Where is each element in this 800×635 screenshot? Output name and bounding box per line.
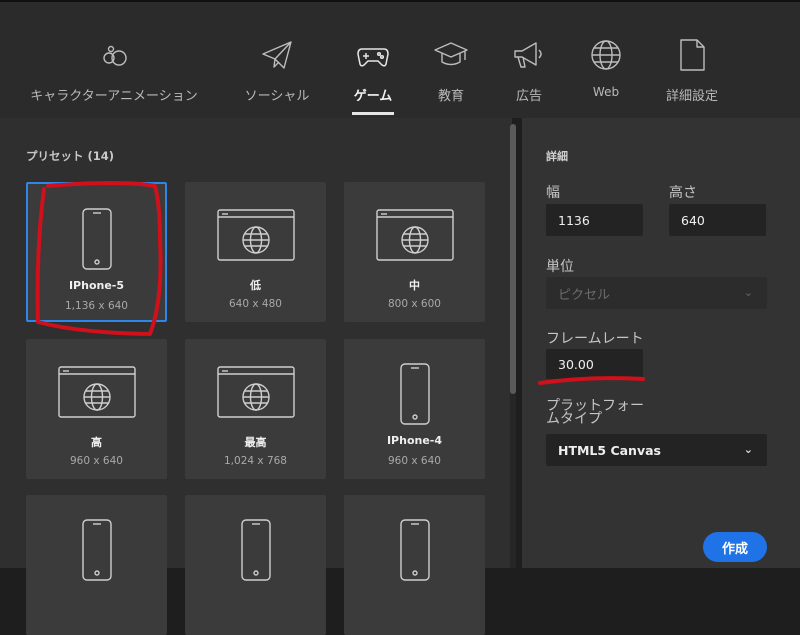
gamepad-icon <box>356 38 390 72</box>
unit-select[interactable]: ピクセル ⌄ <box>546 277 767 309</box>
tab-game[interactable]: ゲーム <box>352 2 394 120</box>
platform-type-select[interactable]: HTML5 Canvas ⌄ <box>546 434 767 466</box>
preset-name: IPhone-4 <box>386 434 443 447</box>
chevron-down-icon: ⌄ <box>743 285 753 299</box>
width-field[interactable]: 1136 <box>546 204 643 236</box>
preset-size: 1,024 x 768 <box>224 455 287 467</box>
framerate-label: フレームレート <box>546 331 644 347</box>
presets-scrollbar[interactable] <box>510 124 516 568</box>
preset-card-medium[interactable]: 中 800 x 600 <box>344 182 485 322</box>
phone-icon <box>28 208 165 270</box>
preset-name: 高 <box>91 436 102 449</box>
graduation-cap-icon <box>434 38 468 72</box>
height-field[interactable]: 640 <box>669 204 766 236</box>
paper-plane-icon <box>260 38 294 72</box>
preset-size: 960 x 640 <box>70 455 123 467</box>
browser-globe-icon <box>185 363 326 425</box>
preset-name: IPhone-5 <box>68 279 125 292</box>
tab-label: キャラクターアニメーション <box>30 89 198 104</box>
preset-card[interactable] <box>185 495 326 635</box>
tab-social[interactable]: ソーシャル <box>240 2 314 120</box>
phone-icon <box>26 519 167 581</box>
preset-size: 800 x 600 <box>388 298 441 310</box>
presets-title: プリセット (14) <box>26 149 115 163</box>
height-label: 高さ <box>669 185 697 201</box>
preset-card[interactable] <box>26 495 167 635</box>
width-label: 幅 <box>546 185 560 201</box>
platform-type-label: プラットフォー ムタイプ <box>546 399 644 427</box>
preset-name: 中 <box>409 279 420 292</box>
preset-name: 低 <box>250 279 261 292</box>
presets-panel: プリセット (14) IPhone-5 1,136 x 640 低 640 x … <box>0 118 512 635</box>
phone-icon <box>185 519 326 581</box>
preset-card-iphone-5[interactable]: IPhone-5 1,136 x 640 <box>26 182 167 322</box>
active-tab-indicator <box>352 112 394 115</box>
globe-icon <box>589 38 623 72</box>
tab-label: Web <box>592 85 620 99</box>
tab-label: 教育 <box>437 89 465 104</box>
preset-size: 960 x 640 <box>388 455 441 467</box>
framerate-field[interactable]: 30.00 <box>546 349 643 379</box>
platform-label-line2: ムタイプ <box>546 411 602 427</box>
preset-size: 1,136 x 640 <box>65 300 128 312</box>
tab-education[interactable]: 教育 <box>434 2 468 120</box>
create-button[interactable]: 作成 <box>703 532 767 562</box>
preset-card[interactable] <box>344 495 485 635</box>
details-title: 詳細 <box>546 150 568 163</box>
preset-card-highest[interactable]: 最高 1,024 x 768 <box>185 339 326 479</box>
megaphone-icon <box>512 38 546 72</box>
platform-value: HTML5 Canvas <box>558 442 661 458</box>
phone-icon <box>344 363 485 425</box>
character-animation-icon <box>97 38 131 72</box>
unit-label: 単位 <box>546 259 574 275</box>
tab-label: ゲーム <box>353 89 393 104</box>
preset-card-low[interactable]: 低 640 x 480 <box>185 182 326 322</box>
tab-web[interactable]: Web <box>589 2 623 120</box>
browser-globe-icon <box>185 206 326 268</box>
tab-label: 広告 <box>515 89 543 104</box>
tab-advanced[interactable]: 詳細設定 <box>664 2 720 120</box>
preset-card-iphone-4[interactable]: IPhone-4 960 x 640 <box>344 339 485 479</box>
tab-label: 詳細設定 <box>665 89 719 104</box>
phone-icon <box>344 519 485 581</box>
scrollbar-thumb[interactable] <box>510 124 516 394</box>
preset-size: 640 x 480 <box>229 298 282 310</box>
tab-ads[interactable]: 広告 <box>512 2 546 120</box>
browser-globe-icon <box>26 363 167 425</box>
document-icon <box>675 38 709 72</box>
category-bar: キャラクターアニメーション ソーシャル ゲーム 教育 広告 Web 詳細設定 <box>0 0 800 118</box>
preset-name: 最高 <box>244 436 267 449</box>
tab-character-animation[interactable]: キャラクターアニメーション <box>26 2 202 120</box>
browser-globe-icon <box>344 206 485 268</box>
unit-value: ピクセル <box>558 287 611 303</box>
preset-card-high[interactable]: 高 960 x 640 <box>26 339 167 479</box>
tab-label: ソーシャル <box>244 89 310 104</box>
details-panel: 詳細 幅 1136 高さ 640 単位 ピクセル ⌄ フレームレート 30.00… <box>522 118 800 568</box>
chevron-down-icon: ⌄ <box>743 442 753 456</box>
